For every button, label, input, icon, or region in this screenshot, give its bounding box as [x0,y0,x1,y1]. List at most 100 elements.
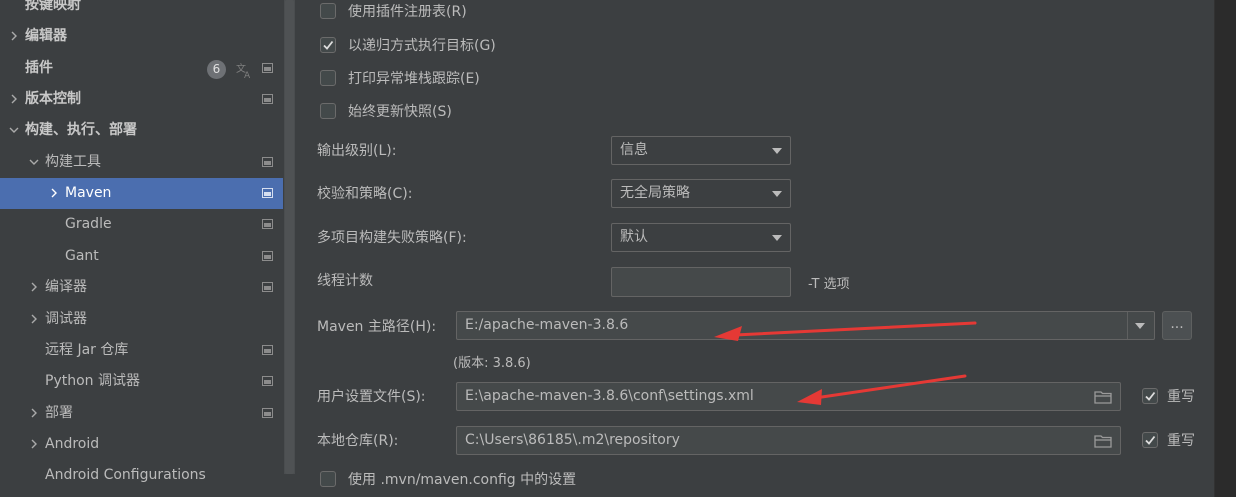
sidebar-item-13[interactable]: 部署 [0,398,283,429]
maven-home-value: E:/apache-maven-3.8.6 [465,317,629,333]
sidebar-item-10[interactable]: 调试器 [0,304,283,335]
checkbox-label: 使用 .mvn/maven.config 中的设置 [348,472,577,488]
sidebar-item-label: Gradle [65,216,112,232]
chevron-down-icon[interactable] [1135,323,1145,329]
sidebar-item-label: 构建、执行、部署 [25,122,137,138]
input-value: C:\Users\86185\.m2\repository [465,432,680,448]
updates-count-badge: 6 [207,60,226,79]
sidebar-item-label: Android Configurations [45,467,206,483]
dropdown-value: 无全局策略 [620,185,690,201]
checkbox-label: 使用插件注册表(R) [348,4,467,20]
checkbox-box[interactable] [320,471,336,487]
chevron-right-icon[interactable] [29,429,41,460]
chevron-down-icon[interactable] [29,147,41,178]
browse-maven-home-button[interactable]: ... [1162,311,1192,340]
svg-text:A: A [244,71,251,79]
chevron-right-icon[interactable] [49,178,61,209]
sidebar-item-android[interactable]: Android [0,429,283,460]
sidebar-item-5[interactable]: 构建工具 [0,147,283,178]
multiproject-fail-policy-label: 多项目构建失败策略(F): [317,230,467,246]
checkbox-label: 始终更新快照(S) [348,104,452,120]
sidebar-item-jar[interactable]: 远程 Jar 仓库 [0,335,283,366]
project-scope-icon [262,94,273,104]
chevron-right-icon[interactable] [29,272,41,303]
project-scope-icon [262,188,273,198]
project-scope-icon [262,251,273,261]
project-scope-icon [262,63,273,73]
chevron-down-icon [772,235,782,241]
multiproject-fail-policy-dropdown[interactable]: 默认 [611,223,791,252]
project-scope-icon [262,282,273,292]
checkbox-box[interactable] [320,70,336,86]
chevron-right-icon[interactable] [29,398,41,429]
chevron-right-icon[interactable] [9,21,21,52]
checkbox-box[interactable] [320,103,336,119]
dropdown-value: 默认 [620,229,648,245]
checkbox-box[interactable] [320,3,336,19]
combo-divider [1127,312,1128,339]
local-repo-label: 本地仓库(R): [317,433,399,449]
output-level-label: 输出级别(L): [317,143,397,159]
checkbox-box[interactable] [1142,388,1158,404]
output-level-dropdown[interactable]: 信息 [611,136,791,165]
chevron-down-icon [772,191,782,197]
thread-count-label: 线程计数 [317,273,373,289]
sidebar-item-label: 部署 [45,405,73,421]
sidebar-item-label: 调试器 [45,311,87,327]
thread-count-hint: -T 选项 [808,277,850,292]
checkmark-icon [1145,391,1156,401]
sidebar-item-9[interactable]: 编译器 [0,272,283,303]
checkmark-icon [323,40,334,50]
chevron-down-icon[interactable] [9,115,21,146]
checkbox-label: 打印异常堆栈跟踪(E) [348,71,480,87]
checkbox-label: 重写 [1167,389,1195,405]
chevron-right-icon[interactable] [29,304,41,335]
folder-icon[interactable] [1094,434,1112,448]
maven-settings-panel: 使用插件注册表(R) 以递归方式执行目标(G) 打印异常堆栈跟踪(E) 始终更新… [295,0,1214,497]
sidebar-item-android-configurations[interactable]: Android Configurations [0,460,283,491]
checkbox-label: 重写 [1167,433,1195,449]
thread-count-input[interactable] [611,267,791,297]
project-scope-icon [262,408,273,418]
sidebar-item-label: 远程 Jar 仓库 [45,342,129,358]
maven-version-text: (版本: 3.8.6) [453,356,531,371]
project-scope-icon [262,345,273,355]
sidebar-item-label: Android [45,436,100,452]
sidebar-item-3[interactable]: 版本控制 [0,84,283,115]
maven-home-label: Maven 主路径(H): [317,319,437,335]
sidebar-item-2[interactable]: 插件 6 文 A [0,53,283,84]
dropdown-value: 信息 [620,142,648,158]
sidebar-scrollbar-thumb[interactable] [285,0,294,474]
input-value: E:\apache-maven-3.8.6\conf\settings.xml [465,388,754,404]
sidebar-item-label: 按键映射 [25,0,81,13]
sidebar-scrollbar[interactable] [284,0,295,474]
sidebar-item-label: Python 调试器 [45,373,140,389]
checksum-policy-dropdown[interactable]: 无全局策略 [611,179,791,208]
user-settings-label: 用户设置文件(S): [317,389,426,405]
window-right-edge [1214,0,1236,497]
sidebar-item-label: Maven [65,185,112,201]
sidebar-item-gradle[interactable]: Gradle [0,209,283,240]
project-scope-icon [262,376,273,386]
sidebar-item-python[interactable]: Python 调试器 [0,366,283,397]
checkbox-box[interactable] [320,37,336,53]
sidebar-item-label: 插件 [25,60,53,76]
sidebar-item-4[interactable]: 构建、执行、部署 [0,115,283,146]
folder-icon[interactable] [1094,390,1112,404]
chevron-right-icon[interactable] [9,84,21,115]
translate-icon: 文A [235,60,253,81]
sidebar-item-label: Gant [65,248,99,264]
sidebar-item-maven[interactable]: Maven [0,178,283,209]
project-scope-icon [262,157,273,167]
checkbox-label: 以递归方式执行目标(G) [348,38,496,54]
maven-home-combobox[interactable]: E:/apache-maven-3.8.6 [456,311,1155,340]
sidebar-item-gant[interactable]: Gant [0,241,283,272]
sidebar-item-1[interactable]: 编辑器 [0,21,283,52]
project-scope-icon [262,219,273,229]
sidebar-item-label: 版本控制 [25,91,81,107]
user-settings-input[interactable]: E:\apache-maven-3.8.6\conf\settings.xml [456,382,1121,411]
settings-sidebar: 按键映射编辑器插件 6 文 A 版本控制构建、执行、部署构建工具 Maven Gradle G… [0,0,283,497]
sidebar-item-0[interactable]: 按键映射 [0,0,283,21]
local-repo-input[interactable]: C:\Users\86185\.m2\repository [456,426,1121,455]
checkbox-box[interactable] [1142,432,1158,448]
